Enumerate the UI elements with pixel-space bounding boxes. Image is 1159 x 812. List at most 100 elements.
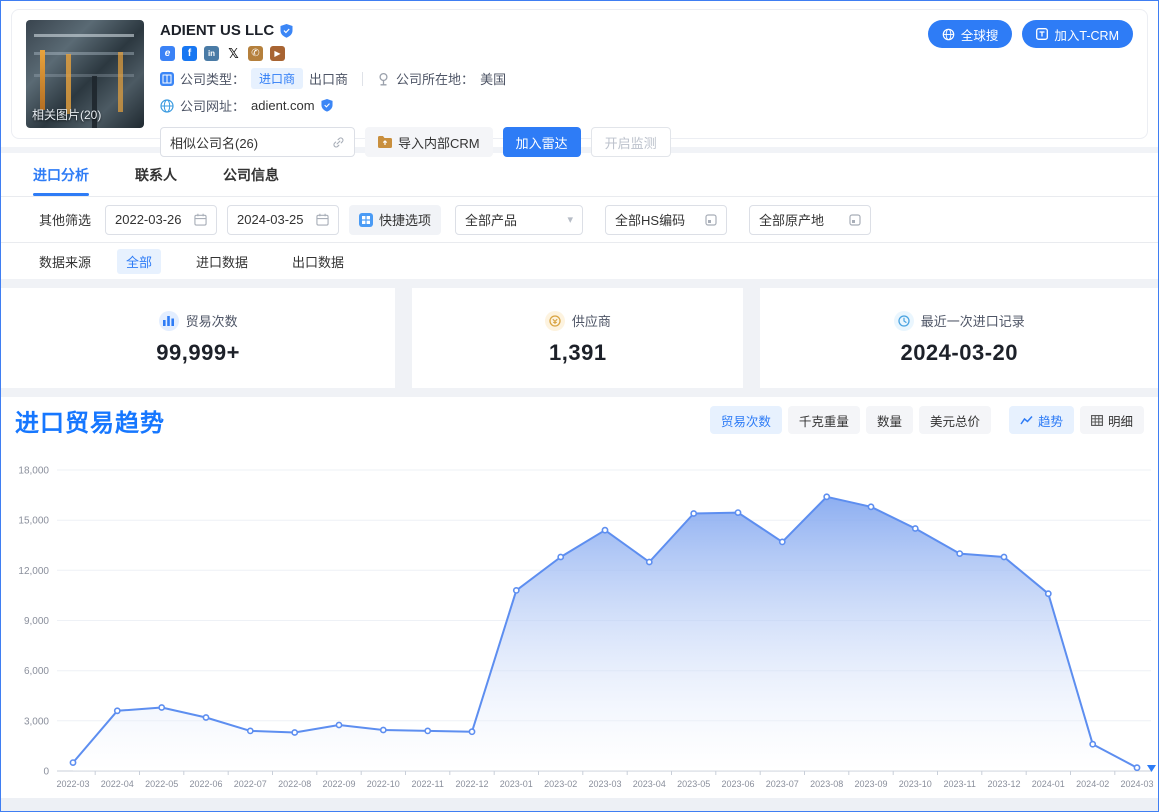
tab-import-analysis-label: 进口分析 <box>33 165 89 185</box>
other-filters-label: 其他筛选 <box>39 210 91 229</box>
tab-company-info[interactable]: 公司信息 <box>223 153 279 196</box>
hs-code-dropdown[interactable]: 全部HS编码 <box>605 205 727 235</box>
view-detail-button[interactable]: 明细 <box>1080 406 1144 434</box>
svg-text:2023-07: 2023-07 <box>766 779 799 789</box>
svg-text:18,000: 18,000 <box>18 466 49 477</box>
website-e-icon[interactable]: e <box>160 46 175 61</box>
website-label: 公司网址： <box>180 96 245 115</box>
folder-icon <box>378 136 392 148</box>
panel-select-icon <box>705 214 717 226</box>
trend-chart-svg: 03,0006,0009,00012,00015,00018,0002022-0… <box>1 443 1159 793</box>
globe-search-icon <box>942 28 955 41</box>
divider <box>362 72 363 86</box>
tab-import-analysis[interactable]: 进口分析 <box>33 153 89 196</box>
monitor-button[interactable]: 开启监测 <box>591 127 671 157</box>
clock-icon <box>894 311 914 331</box>
source-option-import[interactable]: 进口数据 <box>187 249 257 274</box>
stat-suppliers-value: 1,391 <box>549 340 607 366</box>
data-source-row: 数据来源 全部 进口数据 出口数据 <box>1 243 1158 279</box>
linkedin-icon[interactable]: in <box>204 46 219 61</box>
quick-options-button[interactable]: 快捷选项 <box>349 205 441 235</box>
svg-text:2022-04: 2022-04 <box>101 779 134 789</box>
globe-icon <box>160 99 174 113</box>
youtube-icon[interactable]: ▶ <box>270 46 285 61</box>
join-tcrm-button[interactable]: 加入T-CRM <box>1022 20 1133 48</box>
bottom-strip <box>1 798 1158 811</box>
source-option-export[interactable]: 出口数据 <box>283 249 353 274</box>
join-radar-button[interactable]: 加入雷达 <box>503 127 581 157</box>
quick-options-label: 快捷选项 <box>379 210 431 229</box>
table-icon <box>1091 415 1103 426</box>
panel-select-icon <box>849 214 861 226</box>
chevron-down-icon: ▾ <box>568 213 574 226</box>
metric-usd-total-button[interactable]: 美元总价 <box>919 406 991 434</box>
global-search-button[interactable]: 全球搜 <box>928 20 1013 48</box>
quick-options-icon <box>359 213 373 227</box>
x-twitter-icon[interactable]: 𝕏 <box>226 46 241 61</box>
product-dropdown[interactable]: 全部产品 ▾ <box>455 205 583 235</box>
metric-trade-count-button[interactable]: 贸易次数 <box>710 406 782 434</box>
svg-text:2023-12: 2023-12 <box>987 779 1020 789</box>
svg-text:2023-08: 2023-08 <box>810 779 843 789</box>
facebook-icon[interactable]: f <box>182 46 197 61</box>
svg-text:2024-03: 2024-03 <box>1120 779 1153 789</box>
location-icon <box>377 72 390 86</box>
tab-company-info-label: 公司信息 <box>223 165 279 185</box>
company-type-icon <box>160 72 174 86</box>
trend-title: 进口贸易趋势 <box>15 403 165 438</box>
metric-usd-total-label: 美元总价 <box>930 411 980 430</box>
view-trend-label: 趋势 <box>1038 411 1063 430</box>
svg-text:2022-12: 2022-12 <box>455 779 488 789</box>
source-option-all[interactable]: 全部 <box>117 249 161 274</box>
date-to-value: 2024-03-25 <box>237 212 304 227</box>
metric-quantity-button[interactable]: 数量 <box>866 406 913 434</box>
tab-contacts[interactable]: 联系人 <box>135 153 177 196</box>
stat-card-suppliers: 供应商 1,391 <box>412 288 743 388</box>
svg-text:2023-05: 2023-05 <box>677 779 710 789</box>
location-label: 公司所在地： <box>396 69 474 88</box>
monitor-label: 开启监测 <box>605 133 657 152</box>
phone-icon[interactable]: ✆ <box>248 46 263 61</box>
svg-text:2022-05: 2022-05 <box>145 779 178 789</box>
company-name: ADIENT US LLC <box>160 22 274 39</box>
supplier-coin-icon <box>545 311 565 331</box>
date-from-input[interactable]: 2022-03-26 <box>105 205 217 235</box>
view-trend-button[interactable]: 趋势 <box>1009 406 1074 434</box>
svg-text:2022-11: 2022-11 <box>412 779 444 789</box>
origin-dropdown[interactable]: 全部原产地 <box>749 205 871 235</box>
trend-header: 进口贸易趋势 贸易次数 千克重量 数量 美元总价 趋势 明细 <box>1 397 1158 443</box>
import-crm-button[interactable]: 导入内部CRM <box>365 127 493 157</box>
company-header-card: 相关图片(20) ADIENT US LLC e f in 𝕏 ✆ ▶ 公司类型… <box>11 9 1148 139</box>
svg-text:2024-02: 2024-02 <box>1076 779 1109 789</box>
import-crm-label: 导入内部CRM <box>398 133 480 152</box>
line-chart-icon <box>1020 415 1033 426</box>
date-to-input[interactable]: 2024-03-25 <box>227 205 339 235</box>
importer-tag[interactable]: 进口商 <box>251 68 303 89</box>
svg-text:2022-09: 2022-09 <box>322 779 355 789</box>
company-photo[interactable]: 相关图片(20) <box>26 20 144 128</box>
company-info: ADIENT US LLC e f in 𝕏 ✆ ▶ 公司类型： 进口商 出口商… <box>160 20 671 128</box>
filter-row: 其他筛选 2022-03-26 2024-03-25 快捷选项 全部产品 ▾ 全… <box>1 197 1158 243</box>
exporter-tag[interactable]: 出口商 <box>309 69 348 88</box>
website-value[interactable]: adient.com <box>251 98 315 113</box>
main-tabbar: 进口分析 联系人 公司信息 <box>1 153 1158 197</box>
metric-quantity-label: 数量 <box>877 411 902 430</box>
svg-text:2023-02: 2023-02 <box>544 779 577 789</box>
source-import-label: 进口数据 <box>196 255 248 270</box>
svg-text:2022-07: 2022-07 <box>234 779 267 789</box>
stat-trade-count-label: 贸易次数 <box>186 311 238 330</box>
trend-chart[interactable]: 03,0006,0009,00012,00015,00018,0002022-0… <box>1 443 1158 798</box>
metric-kg-weight-button[interactable]: 千克重量 <box>788 406 860 434</box>
similar-company-value: 相似公司名(26) <box>170 133 258 152</box>
stat-suppliers-label: 供应商 <box>572 311 611 330</box>
metric-kg-weight-label: 千克重量 <box>799 411 849 430</box>
metric-trade-count-label: 贸易次数 <box>721 411 771 430</box>
tab-contacts-label: 联系人 <box>135 165 177 185</box>
related-images-label[interactable]: 相关图片(20) <box>32 106 101 123</box>
social-icons-row: e f in 𝕏 ✆ ▶ <box>160 46 671 61</box>
stat-last-import-value: 2024-03-20 <box>900 340 1018 366</box>
svg-text:2023-04: 2023-04 <box>633 779 666 789</box>
svg-text:12,000: 12,000 <box>18 566 49 577</box>
svg-text:2023-09: 2023-09 <box>854 779 887 789</box>
svg-text:2024-01: 2024-01 <box>1032 779 1065 789</box>
